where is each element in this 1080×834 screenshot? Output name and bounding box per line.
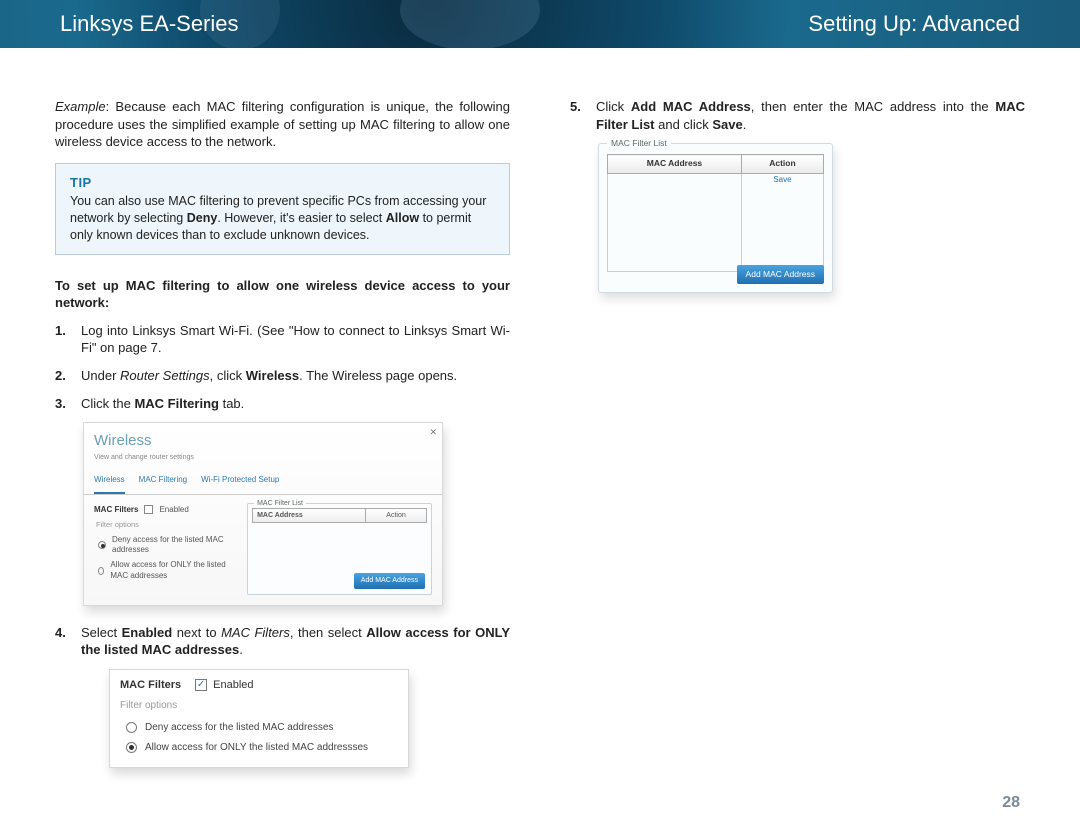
steps-list: 1.Log into Linksys Smart Wi-Fi. (See "Ho…: [55, 322, 510, 412]
close-icon[interactable]: ✕: [429, 426, 437, 438]
enabled-checkbox[interactable]: ✓: [195, 679, 207, 691]
step-3: 3. Click the MAC Filtering tab.: [71, 395, 510, 413]
radio-allow[interactable]: [98, 567, 104, 575]
mac-filter-list-screenshot: MAC Filter List MAC Address Action Save …: [598, 143, 833, 293]
steps-list-right: 5. Click Add MAC Address, then enter the…: [570, 98, 1025, 133]
step-2: 2. Under Router Settings, click Wireless…: [71, 367, 510, 385]
col-mac-address: MAC Address: [608, 155, 742, 173]
tip-title: TIP: [70, 174, 495, 192]
enabled-label: Enabled: [213, 678, 253, 693]
filter-options-label: Filter options: [120, 699, 398, 713]
step-1: 1.Log into Linksys Smart Wi-Fi. (See "Ho…: [71, 322, 510, 357]
tip-text: You can also use MAC filtering to preven…: [70, 193, 495, 244]
right-column: 5. Click Add MAC Address, then enter the…: [570, 98, 1025, 768]
mac-filter-list-title: MAC Filter List: [607, 138, 671, 149]
procedure-heading: To set up MAC filtering to allow one wir…: [55, 277, 510, 312]
mac-filter-list-panel: MAC Filter List MAC Address Action Add M…: [247, 503, 432, 595]
wireless-screenshot: ✕ Wireless View and change router settin…: [83, 422, 443, 605]
enabled-label: Enabled: [159, 505, 188, 516]
mac-input-cell[interactable]: [608, 173, 742, 187]
wireless-title: Wireless: [94, 431, 432, 451]
wireless-tabs: Wireless MAC Filtering Wi-Fi Protected S…: [84, 471, 442, 495]
example-label: Example: [55, 99, 106, 114]
radio-allow[interactable]: [126, 742, 137, 753]
wireless-subtitle: View and change router settings: [94, 453, 432, 462]
tab-mac-filtering[interactable]: MAC Filtering: [139, 471, 187, 494]
content-area: Example: Because each MAC filtering conf…: [0, 48, 1080, 768]
page-number: 28: [1002, 794, 1020, 812]
tab-wireless[interactable]: Wireless: [94, 471, 125, 494]
col-action: Action: [741, 155, 823, 173]
left-column: Example: Because each MAC filtering conf…: [55, 98, 510, 768]
col-action: Action: [366, 509, 426, 522]
mac-filters-label: MAC Filters: [120, 678, 181, 693]
add-mac-address-button[interactable]: Add MAC Address: [354, 573, 425, 588]
save-link[interactable]: Save: [741, 173, 823, 187]
example-text: : Because each MAC filtering configurati…: [55, 99, 510, 149]
page-banner: Linksys EA-Series Setting Up: Advanced: [0, 0, 1080, 48]
step-4: 4. Select Enabled next to MAC Filters, t…: [71, 624, 510, 659]
mac-filters-screenshot: MAC Filters ✓ Enabled Filter options Den…: [109, 669, 409, 768]
example-paragraph: Example: Because each MAC filtering conf…: [55, 98, 510, 151]
tab-wps[interactable]: Wi-Fi Protected Setup: [201, 471, 279, 494]
col-mac-address: MAC Address: [253, 509, 366, 522]
mac-filter-list-title: MAC Filter List: [254, 499, 306, 508]
mac-filters-label: MAC Filters: [94, 505, 138, 516]
step-5: 5. Click Add MAC Address, then enter the…: [586, 98, 1025, 133]
banner-left: Linksys EA-Series: [60, 11, 239, 37]
banner-right: Setting Up: Advanced: [808, 11, 1020, 37]
filter-options-label: Filter options: [96, 520, 237, 530]
steps-list-cont: 4. Select Enabled next to MAC Filters, t…: [55, 624, 510, 659]
mac-filters-pane: MAC Filters Enabled Filter options Deny …: [94, 503, 237, 595]
mac-filter-table: MAC Address Action Save: [607, 154, 824, 271]
radio-deny[interactable]: [126, 722, 137, 733]
add-mac-address-button[interactable]: Add MAC Address: [737, 265, 824, 284]
enabled-checkbox[interactable]: [144, 505, 153, 514]
radio-deny[interactable]: [98, 541, 106, 549]
tip-box: TIP You can also use MAC filtering to pr…: [55, 163, 510, 255]
